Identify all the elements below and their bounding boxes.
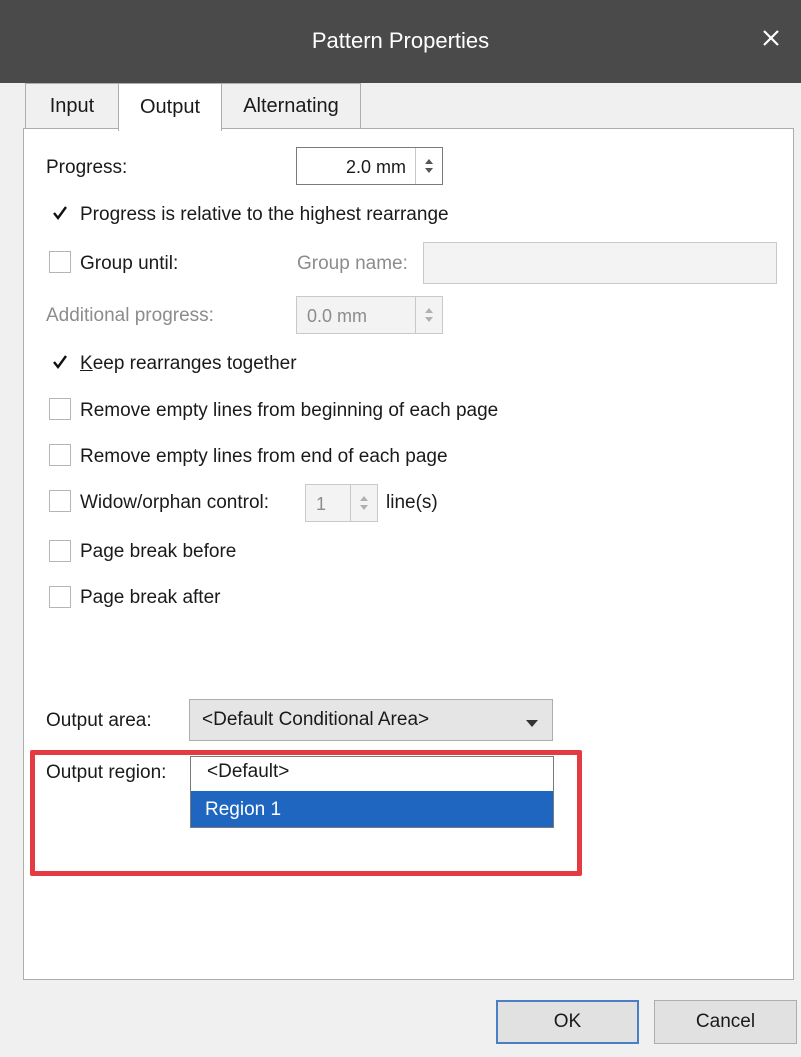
additional-progress-value: 0.0 mm bbox=[307, 306, 368, 326]
checkmark-icon bbox=[53, 206, 67, 220]
output-area-label: Output area: bbox=[46, 710, 152, 731]
checkmark-icon bbox=[53, 355, 67, 369]
checkbox-remove-end[interactable] bbox=[49, 444, 71, 466]
tab-input[interactable]: Input bbox=[25, 83, 119, 129]
widow-orphan-spinner[interactable]: 1 bbox=[305, 484, 378, 522]
checkbox-group-until[interactable] bbox=[49, 251, 71, 273]
widow-orphan-value: 1 bbox=[316, 494, 327, 514]
title-bar: Pattern Properties bbox=[0, 0, 801, 83]
output-region-label: Output region: bbox=[46, 762, 167, 783]
progress-value: 2.0 mm bbox=[345, 157, 406, 177]
keep-together-mnemonic: K bbox=[80, 353, 93, 374]
spin-arrows-icon[interactable] bbox=[415, 148, 442, 184]
tab-alternating[interactable]: Alternating bbox=[221, 83, 361, 129]
page-break-before-label: Page break before bbox=[80, 541, 237, 562]
page-break-after-label: Page break after bbox=[80, 587, 221, 608]
window-title: Pattern Properties bbox=[311, 28, 490, 53]
widow-orphan-unit: line(s) bbox=[386, 492, 438, 513]
widow-orphan-label: Widow/orphan control: bbox=[80, 492, 270, 513]
checkbox-remove-begin[interactable] bbox=[49, 398, 71, 420]
cancel-button[interactable]: Cancel bbox=[654, 1000, 797, 1044]
keep-together-label: Keep rearranges together bbox=[80, 353, 297, 375]
spin-arrows-icon[interactable] bbox=[350, 485, 377, 521]
additional-progress-spinner[interactable]: 0.0 mm bbox=[296, 296, 443, 334]
progress-label: Progress: bbox=[46, 157, 128, 178]
additional-progress-label: Additional progress: bbox=[46, 305, 214, 326]
output-region-dropdown[interactable]: <Default> Region 1 bbox=[190, 756, 554, 828]
close-icon[interactable] bbox=[755, 22, 787, 54]
remove-end-label: Remove empty lines from end of each page bbox=[80, 446, 448, 467]
checkbox-keep-together[interactable] bbox=[49, 351, 71, 373]
keep-together-label-rest: eep rearranges together bbox=[92, 353, 297, 374]
remove-begin-label: Remove empty lines from beginning of eac… bbox=[80, 400, 499, 421]
ok-button[interactable]: OK bbox=[496, 1000, 639, 1044]
checkbox-page-break-before[interactable] bbox=[49, 540, 71, 562]
output-region-option-region-1[interactable]: Region 1 bbox=[191, 791, 553, 827]
output-area-select[interactable]: <Default Conditional Area> bbox=[189, 699, 553, 741]
chevron-down-icon[interactable] bbox=[526, 715, 538, 733]
relative-highest-label: Progress is relative to the highest rear… bbox=[80, 204, 449, 225]
spin-arrows-icon[interactable] bbox=[415, 297, 442, 333]
group-name-label: Group name: bbox=[297, 253, 408, 274]
output-region-option-default[interactable]: <Default> bbox=[191, 757, 553, 791]
checkbox-page-break-after[interactable] bbox=[49, 586, 71, 608]
tab-output[interactable]: Output bbox=[118, 83, 222, 131]
output-area-value: <Default Conditional Area> bbox=[202, 709, 430, 730]
progress-spinner[interactable]: 2.0 mm bbox=[296, 147, 443, 185]
checkbox-relative-highest[interactable] bbox=[49, 202, 71, 224]
group-until-label: Group until: bbox=[80, 253, 179, 274]
group-name-input[interactable] bbox=[423, 242, 777, 284]
checkbox-widow-orphan[interactable] bbox=[49, 490, 71, 512]
